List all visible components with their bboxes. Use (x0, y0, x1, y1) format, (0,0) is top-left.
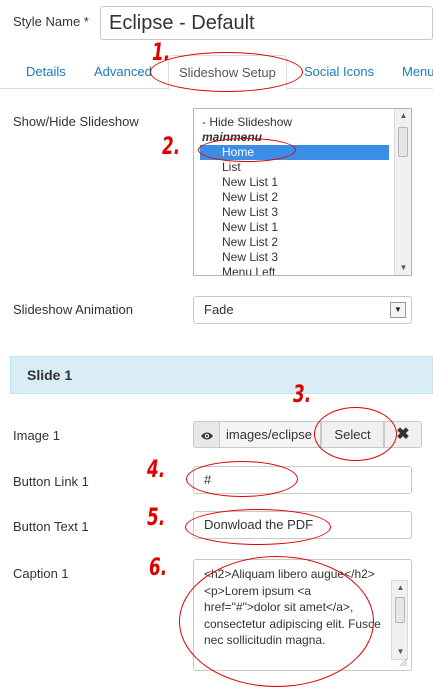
list-item[interactable]: - Hide Slideshow (194, 115, 394, 130)
list-item[interactable]: New List 2 (194, 235, 394, 250)
button-text-label: Button Text 1 (13, 519, 89, 534)
animation-label: Slideshow Animation (13, 302, 133, 317)
style-name-input[interactable]: Eclipse - Default (100, 6, 433, 40)
scroll-down-icon[interactable]: ▼ (395, 261, 411, 275)
scroll-up-icon[interactable]: ▲ (395, 109, 411, 123)
resize-grip-icon[interactable] (398, 657, 408, 667)
button-text-input[interactable]: Donwload the PDF (193, 511, 412, 539)
annotation-number-6: 6. (149, 553, 168, 581)
scroll-up-icon[interactable]: ▲ (392, 581, 409, 595)
annotation-number-5: 5. (147, 503, 166, 531)
tab-menu[interactable]: Menu (402, 55, 433, 89)
tab-advanced[interactable]: Advanced (94, 55, 152, 89)
animation-value: Fade (204, 302, 234, 317)
chevron-down-icon[interactable]: ▼ (390, 302, 406, 318)
caption-textarea[interactable]: <h2>Aliquam libero augue</h2> <p>Lorem i… (193, 559, 412, 671)
show-hide-label: Show/Hide Slideshow (13, 114, 139, 129)
list-item[interactable]: New List 3 (194, 250, 394, 265)
list-item-selected[interactable]: Home (200, 145, 389, 160)
tab-slideshow-setup[interactable]: Slideshow Setup (168, 55, 287, 90)
close-icon: ✖ (396, 426, 410, 443)
list-item[interactable]: List (194, 160, 394, 175)
tab-bar: Details Advanced Slideshow Setup Social … (0, 55, 433, 90)
image-path-field[interactable]: images/eclipse (220, 421, 321, 448)
image-label: Image 1 (13, 428, 60, 443)
list-item[interactable]: New List 1 (194, 175, 394, 190)
caption-label: Caption 1 (13, 566, 69, 581)
select-image-button[interactable]: Select (321, 421, 384, 448)
list-group-header: mainmenu (202, 130, 263, 144)
button-link-label: Button Link 1 (13, 474, 89, 489)
show-hide-listbox[interactable]: - Hide Slideshow mainmenu Home List New … (193, 108, 412, 276)
listbox-scrollbar[interactable]: ▲ ▼ (394, 109, 411, 275)
preview-button[interactable] (193, 421, 220, 448)
button-link-input[interactable]: # (193, 466, 412, 494)
annotation-number-4: 4. (147, 455, 166, 483)
clear-image-button[interactable]: ✖ (384, 421, 422, 448)
scroll-thumb[interactable] (398, 127, 408, 157)
list-item[interactable]: New List 2 (194, 190, 394, 205)
list-item[interactable]: New List 3 (194, 205, 394, 220)
caption-text: <h2>Aliquam libero augue</h2> <p>Lorem i… (204, 567, 381, 647)
animation-select[interactable]: Fade ▼ (193, 296, 412, 324)
list-item[interactable]: New List 1 (194, 220, 394, 235)
scroll-thumb[interactable] (395, 597, 405, 623)
textarea-scrollbar[interactable]: ▲ ▼ (391, 580, 408, 660)
annotation-number-2: 2. (162, 132, 181, 160)
annotation-number-3: 3. (293, 380, 312, 408)
tab-details[interactable]: Details (26, 55, 66, 89)
annotation-number-1: 1. (152, 38, 171, 66)
style-name-label: Style Name * (13, 14, 89, 29)
eye-icon (200, 432, 213, 440)
list-item[interactable]: Menu Left (194, 265, 394, 275)
slide-header: Slide 1 (10, 356, 433, 394)
tab-social-icons[interactable]: Social Icons (304, 55, 374, 89)
